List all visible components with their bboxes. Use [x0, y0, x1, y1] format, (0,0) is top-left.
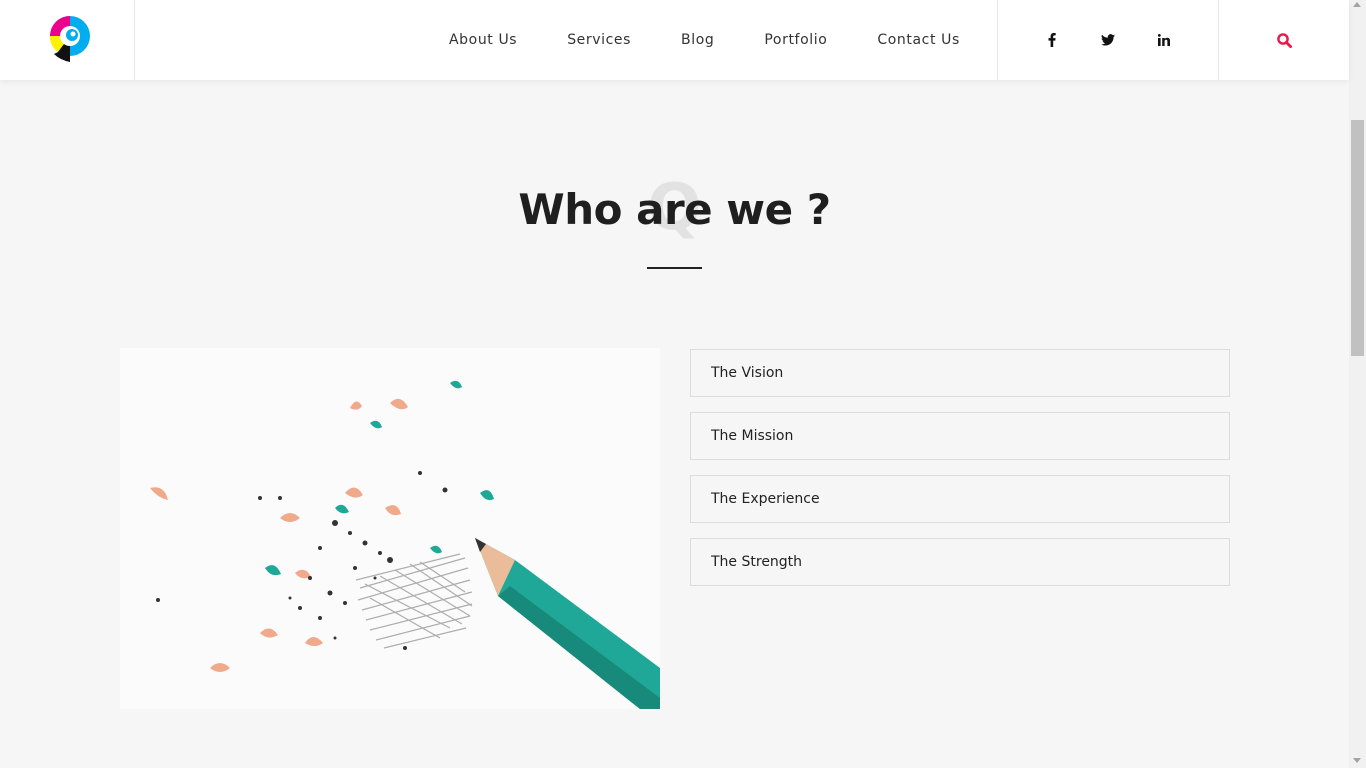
accordion-item-experience[interactable]: The Experience	[690, 475, 1230, 523]
nav-portfolio[interactable]: Portfolio	[764, 32, 827, 48]
nav-blog[interactable]: Blog	[681, 32, 714, 48]
accordion-label: The Experience	[711, 491, 820, 507]
logo-container[interactable]	[0, 0, 135, 80]
nav-about-us[interactable]: About Us	[449, 32, 517, 48]
accordion-item-strength[interactable]: The Strength	[690, 538, 1230, 586]
nav-services[interactable]: Services	[567, 32, 631, 48]
scroll-down-arrow-icon[interactable]	[1353, 758, 1361, 763]
site-header: About Us Services Blog Portfolio Contact…	[0, 0, 1349, 80]
section-heading: Q Who are we ?	[0, 171, 1349, 245]
accordion-label: The Strength	[711, 554, 803, 570]
nav-contact-us[interactable]: Contact Us	[877, 32, 959, 48]
linkedin-icon[interactable]	[1154, 30, 1174, 50]
pencil-shavings-image	[120, 348, 660, 709]
accordion-label: The Mission	[711, 428, 794, 444]
logo-icon[interactable]	[46, 14, 90, 64]
heading-underline	[647, 267, 702, 269]
main-nav: About Us Services Blog Portfolio Contact…	[424, 0, 985, 80]
scrollbar-thumb[interactable]	[1351, 120, 1364, 356]
search-icon	[1276, 32, 1292, 48]
scroll-up-arrow-icon[interactable]	[1353, 2, 1361, 7]
section-title: Who are we ?	[518, 185, 831, 234]
search-button[interactable]	[1270, 28, 1298, 52]
twitter-icon[interactable]	[1098, 30, 1118, 50]
accordion-item-mission[interactable]: The Mission	[690, 412, 1230, 460]
facebook-icon[interactable]	[1042, 30, 1062, 50]
accordion-item-vision[interactable]: The Vision	[690, 349, 1230, 397]
page-scrollbar[interactable]	[1349, 0, 1366, 768]
social-links	[997, 0, 1219, 80]
accordion-label: The Vision	[711, 365, 784, 381]
